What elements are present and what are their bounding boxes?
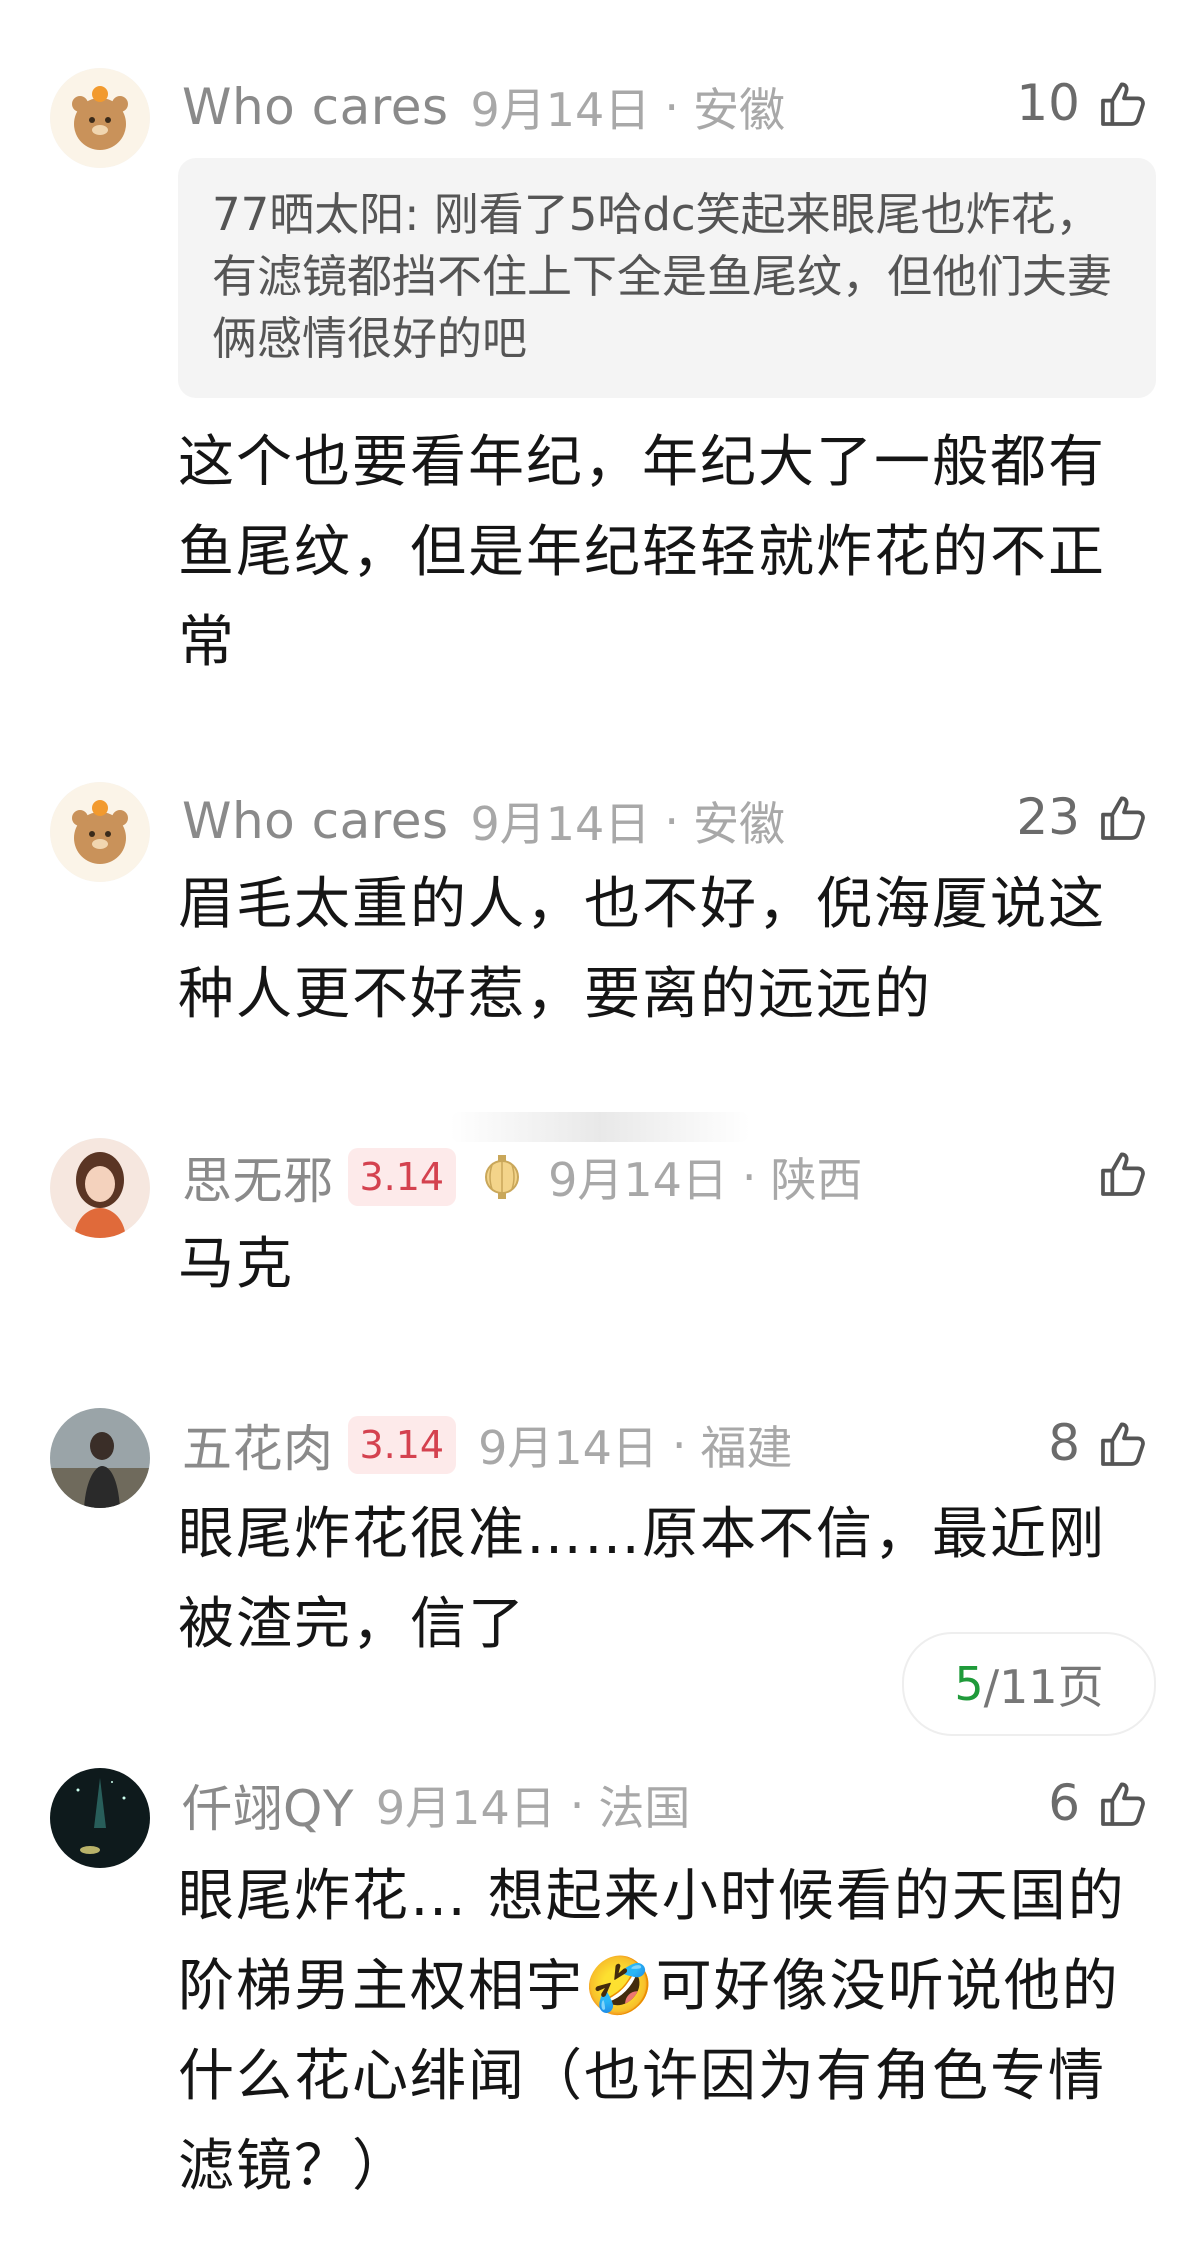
avatar[interactable] (50, 782, 150, 882)
comment-meta: 仟翊QY 9月14日 · 法国 (182, 1770, 690, 1840)
like-button[interactable]: 23 (1016, 782, 1152, 852)
avatar[interactable] (50, 1768, 150, 1868)
comment-text: 马克 (178, 1232, 294, 1297)
page-indicator[interactable]: 5 /11页 (902, 1632, 1156, 1736)
comment-text: 眼尾炸花… 想起来小时候看的天国的阶梯男主权相宇🤣可好像没听说他的什么花心绯闻（… (178, 1864, 1126, 2199)
like-button[interactable] (1080, 1138, 1152, 1208)
comment-meta: Who cares 9月14日 · 安徽 (182, 72, 785, 142)
thumbs-up-icon (1101, 1152, 1145, 1196)
comment-meta: 思无邪 3.14 9月14日 · 陕西 (182, 1142, 863, 1212)
bear-avatar-icon (50, 68, 150, 168)
comment-meta: Who cares 9月14日 · 安徽 (182, 786, 785, 856)
comment-text: 这个也要看年纪，年纪大了一般都有鱼尾纹，但是年纪轻轻就炸花的不正常 (178, 430, 1106, 675)
page-current: 5 (954, 1657, 984, 1711)
thumbs-up-icon (1101, 1782, 1145, 1826)
comment-date: 9月14日 (478, 1421, 658, 1475)
avatar[interactable] (50, 1138, 150, 1238)
comment-date: 9月14日 (375, 1781, 556, 1835)
username[interactable]: Who cares (182, 78, 449, 136)
page-total: /11页 (983, 1660, 1104, 1714)
comment-date: 9月14日 (470, 797, 651, 851)
level-badge: 3.14 (347, 1148, 457, 1206)
separator-dot: · (664, 794, 679, 848)
like-button[interactable]: 10 (1016, 68, 1152, 138)
username[interactable]: Who cares (182, 792, 449, 850)
thumbs-up-icon (1101, 796, 1145, 840)
separator-dot: · (671, 1418, 687, 1472)
avatar[interactable] (50, 1408, 150, 1508)
username[interactable]: 思无邪 (182, 1141, 334, 1213)
comment-date: 9月14日 (548, 1153, 728, 1207)
quoted-comment[interactable]: 77晒太阳: 刚看了5哈dc笑起来眼尾也炸花，有滤镜都挡不住上下全是鱼尾纹，但他… (178, 158, 1156, 398)
like-count: 6 (1048, 1774, 1080, 1832)
like-button[interactable]: 6 (1048, 1768, 1152, 1838)
comment-location: 安徽 (692, 83, 785, 137)
separator-dot: · (741, 1150, 757, 1204)
thumbs-up-icon (1101, 82, 1145, 126)
girl-avatar-icon (50, 1138, 150, 1238)
comment-location: 法国 (598, 1781, 691, 1835)
night-avatar-icon (50, 1768, 150, 1868)
comment-meta: 五花肉 3.14 9月14日 · 福建 (182, 1410, 793, 1480)
like-count: 10 (1016, 74, 1080, 132)
bear-avatar-icon (50, 782, 150, 882)
lantern-icon (485, 1155, 520, 1199)
like-button[interactable]: 8 (1048, 1408, 1152, 1478)
photo-avatar-icon (50, 1408, 150, 1508)
avatar[interactable] (50, 68, 150, 168)
thumbs-up-icon (1101, 1422, 1145, 1466)
like-count: 8 (1048, 1414, 1080, 1472)
separator-dot: · (569, 1778, 585, 1832)
separator-dot: · (664, 80, 679, 134)
comment-date: 9月14日 (470, 83, 651, 137)
comment-location: 陕西 (770, 1153, 863, 1207)
comment-location: 福建 (700, 1421, 793, 1475)
username[interactable]: 五花肉 (182, 1409, 334, 1481)
comment-text: 眉毛太重的人，也不好，倪海厦说这种人更不好惹，要离的远远的 (178, 872, 1106, 1027)
like-count: 23 (1016, 788, 1080, 846)
blur-strip (450, 1112, 750, 1142)
level-badge: 3.14 (347, 1416, 457, 1474)
username[interactable]: 仟翊QY (182, 1769, 354, 1841)
comment-location: 安徽 (692, 797, 785, 851)
